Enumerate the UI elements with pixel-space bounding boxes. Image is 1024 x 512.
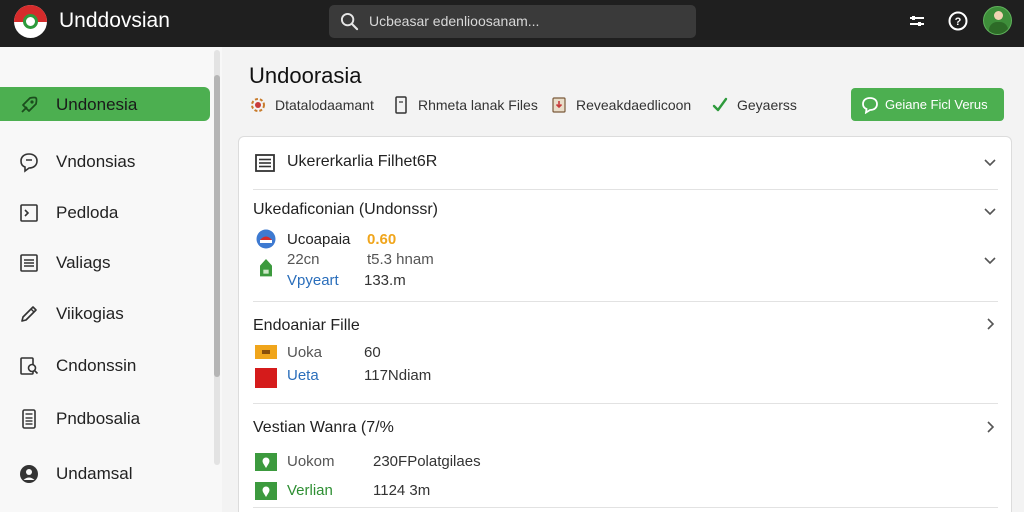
top-bar: Unddovsian Ucbeasar edenlioosanam... ? — [0, 0, 1024, 47]
settings-sliders-icon[interactable] — [906, 10, 928, 32]
row-name: Uoka — [287, 344, 323, 361]
panel-header[interactable]: Ukererkarlia Filhet6R — [253, 150, 998, 190]
action-label: Geyaerss — [737, 97, 797, 113]
row-value: 60 — [364, 344, 381, 361]
user-circle-icon — [20, 465, 38, 483]
help-icon[interactable]: ? — [947, 10, 969, 32]
row-value: t5.3 hnam — [367, 251, 434, 268]
sidebar-item-valiags[interactable]: Valiags — [0, 245, 210, 279]
app-title: Unddovsian — [59, 9, 170, 32]
row-name: Ucoapaia — [287, 231, 351, 248]
sidebar-item-undamsal[interactable]: Undamsal — [0, 456, 210, 490]
row-name: Ueta — [287, 367, 319, 384]
list-document-icon — [255, 154, 275, 172]
sidebar-item-pndbosalia[interactable]: Pndbosalia — [0, 401, 210, 435]
sidebar-item-viikogias[interactable]: Viikogias — [0, 296, 210, 330]
download-doc-icon — [552, 97, 566, 113]
red-flag-icon — [255, 368, 277, 388]
sidebar-item-cndonssin[interactable]: Cndonssin — [0, 348, 210, 382]
calculator-icon — [22, 409, 36, 429]
checkmark-icon — [712, 97, 728, 112]
action-label: Dtatalodaamant — [275, 97, 374, 113]
list-icon — [20, 254, 38, 272]
sidebar-item-label: Viikogias — [56, 304, 124, 323]
file-icon — [395, 96, 407, 114]
panel-title: Ukererkarlia Filhet6R — [287, 153, 438, 170]
sidebar-item-undonesia[interactable]: Undonesia — [0, 87, 210, 121]
location-pin-icon — [255, 482, 277, 500]
sidebar-item-label: Undonesia — [56, 95, 138, 114]
row-value: 0.60 — [367, 231, 397, 248]
action-label: Reveakdaedlicoon — [576, 97, 692, 113]
house-icon — [260, 259, 272, 277]
chat-bubble-icon — [862, 97, 878, 114]
section-title: Ukedaficonian (Undonssr) — [253, 201, 438, 218]
row-name: Uokom — [287, 453, 335, 470]
row-value: 1124 3m — [373, 482, 431, 499]
avatar-badge-icon — [256, 229, 276, 249]
sidebar-item-label: Undamsal — [56, 464, 133, 483]
app-logo-icon[interactable] — [14, 5, 47, 38]
sidebar-item-label: Pedloda — [56, 203, 119, 222]
search-placeholder: Ucbeasar edenlioosanam... — [369, 13, 540, 29]
location-pin-icon — [255, 453, 277, 471]
section-divider — [253, 403, 998, 404]
section-title: Vestian Wanra (7/% — [253, 419, 394, 436]
sidebar-item-vndonsias[interactable]: Vndonsias — [0, 144, 210, 178]
sidebar-item-label: Valiags — [56, 253, 111, 272]
action-label: Rhmeta lanak Files — [418, 97, 538, 113]
row-name: Vpyeart — [287, 272, 339, 289]
chevron-right-icon[interactable] — [983, 420, 997, 434]
document-search-icon — [20, 357, 39, 375]
svg-text:?: ? — [955, 16, 962, 28]
chevron-down-icon[interactable] — [983, 253, 997, 267]
chevron-right-icon[interactable] — [983, 317, 997, 331]
row-name: Verlian — [287, 482, 333, 499]
row-name: 22cn — [287, 251, 320, 268]
orange-tag-icon — [255, 345, 277, 359]
sidebar-item-label: Cndonssin — [56, 356, 137, 375]
chat-bubble-icon — [20, 153, 38, 173]
page-title: Undoorasia — [249, 63, 362, 88]
chevron-down-icon[interactable] — [983, 204, 997, 218]
sidebar-item-label: Pndbosalia — [56, 409, 141, 428]
section-title: Endoaniar Fille — [253, 317, 360, 334]
section-divider — [253, 507, 998, 508]
chevron-down-icon[interactable] — [983, 155, 997, 169]
row-value: 133.m — [364, 272, 406, 289]
section-divider — [253, 301, 998, 302]
user-avatar[interactable] — [983, 6, 1012, 35]
search-icon — [340, 12, 359, 31]
primary-button-label: Geiane Ficl Verus — [885, 97, 988, 112]
terminal-icon — [20, 204, 38, 222]
pen-icon — [21, 306, 37, 322]
primary-action-button[interactable]: Geiane Ficl Verus — [851, 88, 1004, 121]
search-input[interactable]: Ucbeasar edenlioosanam... — [329, 5, 696, 38]
row-value: 230FPolatgilaes — [373, 453, 481, 470]
sidebar-item-pedloda[interactable]: Pedloda — [0, 195, 210, 229]
sidebar-item-label: Vndonsias — [56, 152, 136, 171]
row-value: 117Ndiam — [364, 367, 432, 384]
rocket-icon — [21, 96, 38, 113]
gear-flower-icon — [251, 98, 265, 112]
sidebar-scrollbar-thumb[interactable] — [214, 75, 220, 377]
